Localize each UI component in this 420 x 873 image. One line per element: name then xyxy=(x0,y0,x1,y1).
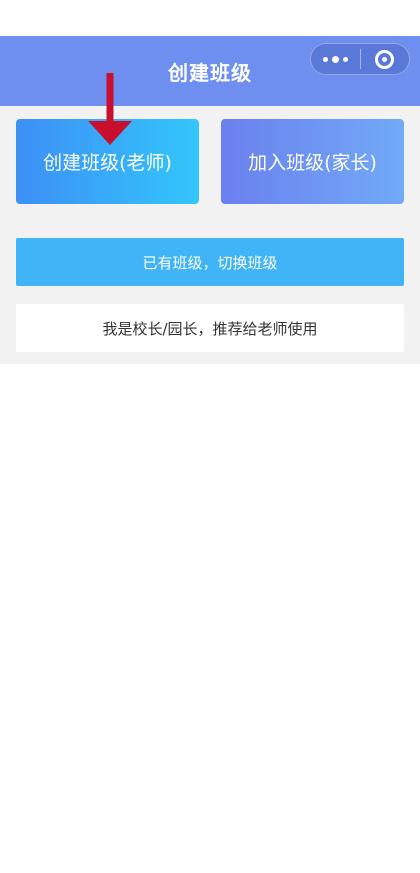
recommend-to-teacher-button[interactable]: 我是校长/园长，推荐给老师使用 xyxy=(16,304,404,352)
page-title: 创建班级 xyxy=(168,60,252,85)
switch-class-button[interactable]: 已有班级，切换班级 xyxy=(16,238,404,286)
recommend-label: 我是校长/园长，推荐给老师使用 xyxy=(102,319,318,338)
switch-class-label: 已有班级，切换班级 xyxy=(142,253,278,272)
join-class-button[interactable]: 加入班级(家长) xyxy=(221,119,404,204)
target-circle-icon[interactable] xyxy=(361,44,409,74)
down-arrow-icon xyxy=(88,73,132,145)
join-class-label: 加入班级(家长) xyxy=(248,152,377,174)
status-bar xyxy=(0,0,420,36)
more-dots-icon[interactable] xyxy=(311,44,360,74)
mini-program-capsule xyxy=(310,43,410,75)
create-class-label: 创建班级(老师) xyxy=(43,152,172,174)
